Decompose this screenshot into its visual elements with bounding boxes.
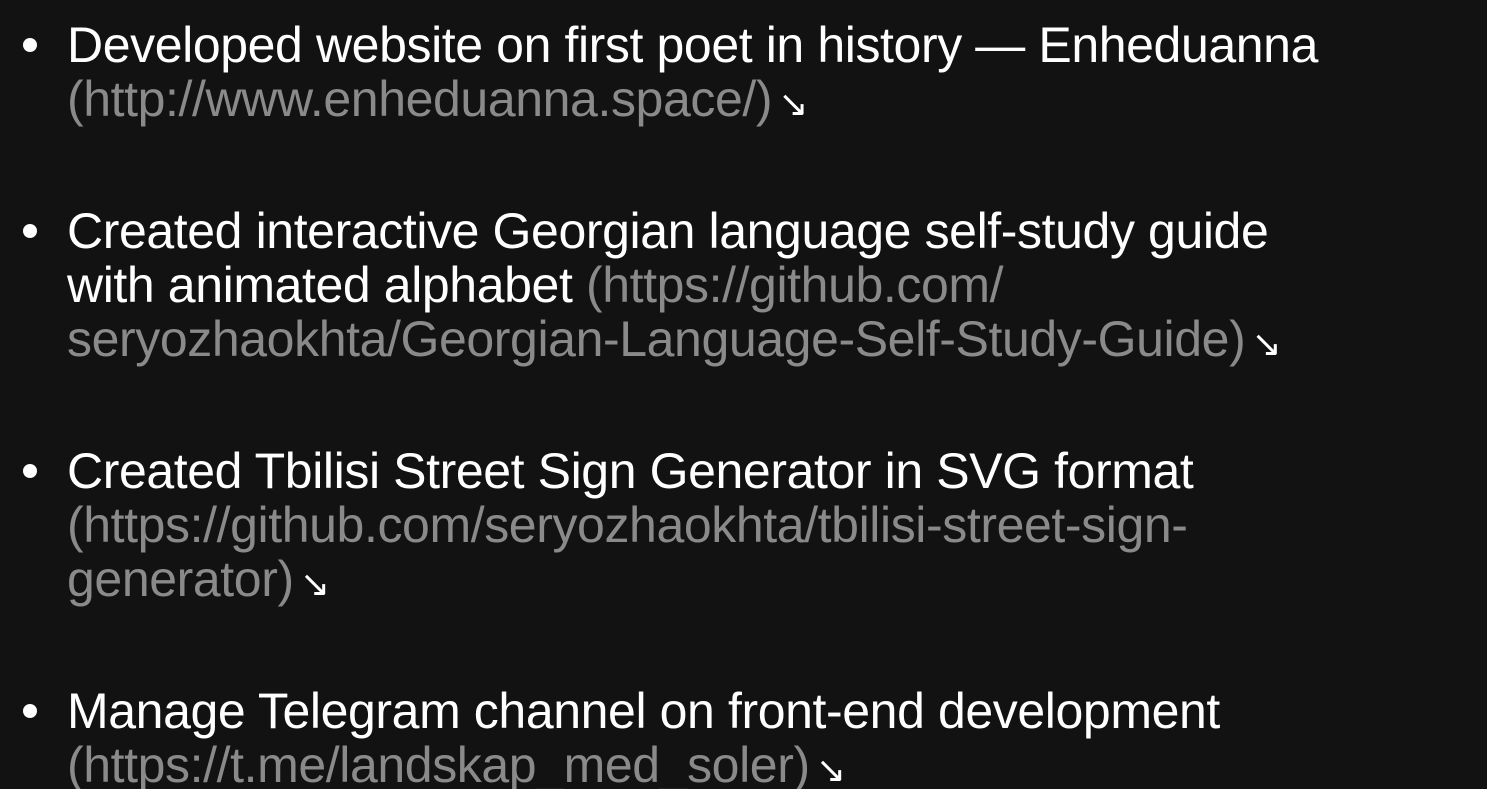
- project-link-continued[interactable]: generator): [67, 551, 294, 607]
- arrow-down-right-icon: ↘: [299, 564, 330, 605]
- project-description: Created Tbilisi Street Sign Generator in…: [67, 443, 1194, 499]
- project-link[interactable]: (https://t.me/landskap_med_soler): [67, 737, 810, 789]
- project-description: Developed website on first poet in histo…: [67, 17, 1318, 73]
- project-link[interactable]: (https://github.com/seryozhaokhta/tbilis…: [67, 497, 1188, 553]
- list-item: Created interactive Georgian language se…: [23, 203, 1477, 367]
- project-description: Manage Telegram channel on front-end dev…: [67, 683, 1220, 739]
- arrow-down-right-icon: ↘: [1251, 324, 1282, 365]
- list-item: Developed website on first poet in histo…: [23, 17, 1477, 127]
- project-link[interactable]: (http://www.enheduanna.space/): [67, 71, 773, 127]
- arrow-down-right-icon: ↘: [778, 84, 808, 125]
- list-item: Manage Telegram channel on front-end dev…: [23, 683, 1477, 789]
- list-item: Created Tbilisi Street Sign Generator in…: [23, 443, 1477, 607]
- project-link-continued[interactable]: seryozhaokhta/Georgian-Language-Self-Stu…: [67, 311, 1246, 367]
- project-description-continued: with animated alphabet: [67, 257, 573, 313]
- arrow-down-right-icon: ↘: [815, 750, 846, 789]
- project-description: Created interactive Georgian language se…: [67, 203, 1269, 259]
- project-link[interactable]: (https://github.com/: [586, 257, 1004, 313]
